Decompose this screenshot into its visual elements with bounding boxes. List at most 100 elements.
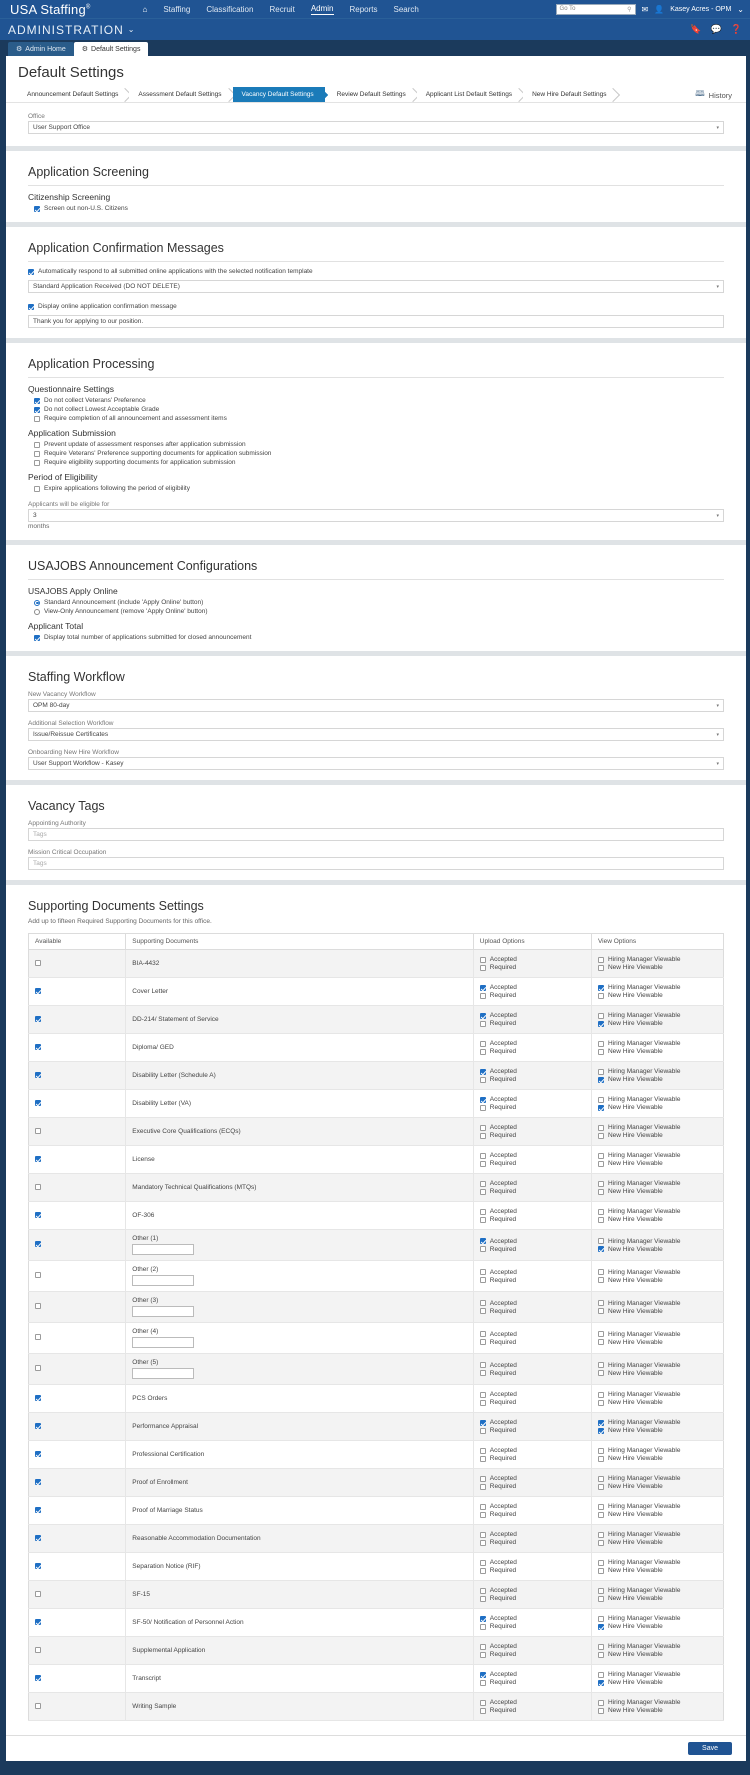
required-checkbox[interactable] <box>479 1020 486 1027</box>
accepted-checkbox[interactable] <box>479 1643 486 1650</box>
required-checkbox[interactable] <box>479 1651 486 1658</box>
available-checkbox[interactable] <box>35 1071 41 1078</box>
accepted-checkbox[interactable] <box>479 1238 486 1244</box>
hiring-manager-viewable-option[interactable]: Hiring Manager Viewable <box>597 1671 717 1678</box>
required-option[interactable]: Required <box>479 1048 585 1055</box>
other-document-name-input[interactable] <box>132 1244 195 1255</box>
required-option[interactable]: Required <box>479 992 585 999</box>
home-icon[interactable]: ⌂ <box>143 5 148 14</box>
new-hire-viewable-checkbox[interactable] <box>597 1216 604 1223</box>
hiring-manager-viewable-checkbox[interactable] <box>597 1615 604 1622</box>
new-hire-viewable-checkbox[interactable] <box>597 1076 604 1083</box>
required-checkbox[interactable] <box>479 1370 486 1376</box>
required-checkbox[interactable] <box>479 1076 486 1083</box>
required-option[interactable]: Required <box>479 964 585 971</box>
accepted-option[interactable]: Accepted <box>479 1391 585 1398</box>
required-checkbox[interactable] <box>479 1427 486 1434</box>
chevron-down-icon[interactable]: ⌄ <box>128 25 135 34</box>
required-checkbox[interactable] <box>479 1455 486 1462</box>
submission-item-row[interactable]: Require eligibility supporting documents… <box>34 459 724 466</box>
required-option[interactable]: Required <box>479 1160 585 1167</box>
hiring-manager-viewable-option[interactable]: Hiring Manager Viewable <box>597 1096 717 1103</box>
hiring-manager-viewable-option[interactable]: Hiring Manager Viewable <box>597 1391 717 1398</box>
screen-out-noncitizens-checkbox[interactable] <box>34 205 40 212</box>
required-option[interactable]: Required <box>479 1370 585 1377</box>
required-checkbox[interactable] <box>479 1132 486 1139</box>
nav-link-search[interactable]: Search <box>394 5 419 14</box>
crumb-review-default-settings[interactable]: Review Default Settings <box>324 87 417 102</box>
expire-applications-checkbox[interactable] <box>34 485 40 492</box>
envelope-icon[interactable]: ✉ <box>642 5 649 14</box>
questionnaire-item-row[interactable]: Do not collect Lowest Acceptable Grade <box>34 406 724 413</box>
hiring-manager-viewable-option[interactable]: Hiring Manager Viewable <box>597 984 717 991</box>
hiring-manager-viewable-option[interactable]: Hiring Manager Viewable <box>597 1238 717 1245</box>
available-checkbox[interactable] <box>35 1450 41 1457</box>
new-hire-viewable-option[interactable]: New Hire Viewable <box>597 1246 717 1253</box>
accepted-option[interactable]: Accepted <box>479 1447 585 1454</box>
require-eligibility-docs-checkbox[interactable] <box>34 459 40 466</box>
available-checkbox[interactable] <box>35 1272 41 1278</box>
hiring-manager-viewable-option[interactable]: Hiring Manager Viewable <box>597 1331 717 1338</box>
hiring-manager-viewable-checkbox[interactable] <box>597 1152 604 1159</box>
auto-respond-row[interactable]: Automatically respond to all submitted o… <box>28 268 724 275</box>
required-checkbox[interactable] <box>479 1339 486 1345</box>
accepted-option[interactable]: Accepted <box>479 1096 585 1103</box>
required-checkbox[interactable] <box>479 1308 486 1314</box>
display-total-row[interactable]: Display total number of applications sub… <box>34 634 724 641</box>
required-option[interactable]: Required <box>479 1076 585 1083</box>
new-hire-viewable-option[interactable]: New Hire Viewable <box>597 1216 717 1223</box>
help-icon[interactable]: ❓ <box>731 24 742 35</box>
available-checkbox[interactable] <box>35 1534 41 1541</box>
new-hire-viewable-option[interactable]: New Hire Viewable <box>597 1539 717 1546</box>
hiring-manager-viewable-option[interactable]: Hiring Manager Viewable <box>597 1180 717 1187</box>
hiring-manager-viewable-checkbox[interactable] <box>597 1447 604 1454</box>
eligibility-item-row[interactable]: Expire applications following the period… <box>34 485 724 492</box>
no-veterans-preference-checkbox[interactable] <box>34 397 40 404</box>
crumb-new-hire-default-settings[interactable]: New Hire Default Settings <box>523 87 618 102</box>
new-hire-viewable-option[interactable]: New Hire Viewable <box>597 1707 717 1714</box>
accepted-option[interactable]: Accepted <box>479 1531 585 1538</box>
available-checkbox[interactable] <box>35 1618 41 1625</box>
required-checkbox[interactable] <box>479 1707 486 1714</box>
required-checkbox[interactable] <box>479 1216 486 1223</box>
onboarding-new-hire-workflow-select[interactable]: User Support Workflow - Kasey ▾ <box>28 757 724 770</box>
no-lowest-acceptable-grade-checkbox[interactable] <box>34 406 40 413</box>
new-hire-viewable-option[interactable]: New Hire Viewable <box>597 1308 717 1315</box>
view-only-announcement-radio[interactable] <box>34 608 40 615</box>
available-checkbox[interactable] <box>35 1155 41 1162</box>
accepted-checkbox[interactable] <box>479 956 486 963</box>
accepted-option[interactable]: Accepted <box>479 956 585 963</box>
required-checkbox[interactable] <box>479 1567 486 1574</box>
required-option[interactable]: Required <box>479 1216 585 1223</box>
accepted-checkbox[interactable] <box>479 1180 486 1187</box>
new-hire-viewable-checkbox[interactable] <box>597 1427 604 1434</box>
new-hire-viewable-option[interactable]: New Hire Viewable <box>597 1339 717 1346</box>
new-hire-viewable-option[interactable]: New Hire Viewable <box>597 1483 717 1490</box>
new-hire-viewable-option[interactable]: New Hire Viewable <box>597 1623 717 1630</box>
hiring-manager-viewable-checkbox[interactable] <box>597 1238 604 1244</box>
required-option[interactable]: Required <box>479 1246 585 1253</box>
accepted-checkbox[interactable] <box>479 1531 486 1538</box>
accepted-checkbox[interactable] <box>479 1124 486 1131</box>
hiring-manager-viewable-option[interactable]: Hiring Manager Viewable <box>597 956 717 963</box>
accepted-checkbox[interactable] <box>479 1671 486 1678</box>
appointing-authority-input[interactable]: Tags <box>28 828 724 841</box>
new-hire-viewable-checkbox[interactable] <box>597 1511 604 1518</box>
available-checkbox[interactable] <box>35 1365 41 1371</box>
accepted-checkbox[interactable] <box>479 1419 486 1426</box>
nav-link-classification[interactable]: Classification <box>206 5 253 14</box>
history-button[interactable]: 🕮 History <box>695 88 732 102</box>
accepted-option[interactable]: Accepted <box>479 1615 585 1622</box>
new-hire-viewable-option[interactable]: New Hire Viewable <box>597 1020 717 1027</box>
required-checkbox[interactable] <box>479 1399 486 1406</box>
new-hire-viewable-option[interactable]: New Hire Viewable <box>597 1188 717 1195</box>
accepted-checkbox[interactable] <box>479 1208 486 1215</box>
hiring-manager-viewable-option[interactable]: Hiring Manager Viewable <box>597 1559 717 1566</box>
available-checkbox[interactable] <box>35 1127 41 1134</box>
accepted-option[interactable]: Accepted <box>479 1419 585 1426</box>
chat-icon[interactable]: 💬 <box>711 24 722 35</box>
required-checkbox[interactable] <box>479 1277 486 1283</box>
save-button[interactable]: Save <box>688 1742 732 1755</box>
display-total-checkbox[interactable] <box>34 634 40 641</box>
hiring-manager-viewable-checkbox[interactable] <box>597 1531 604 1538</box>
